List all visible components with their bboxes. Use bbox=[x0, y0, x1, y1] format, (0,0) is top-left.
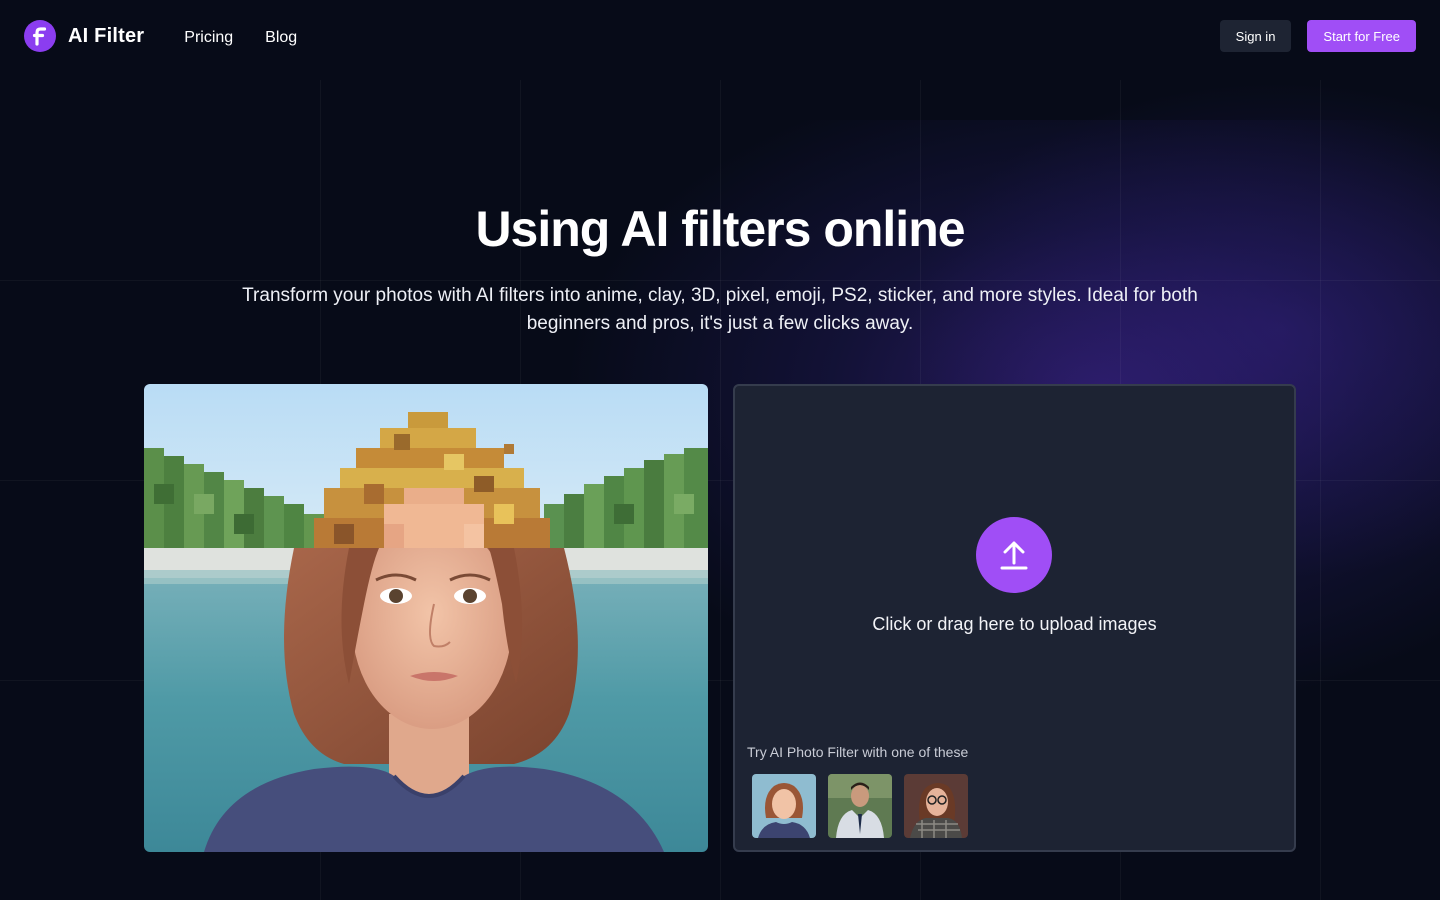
top-navbar: AI Filter Pricing Blog Sign in Start for… bbox=[0, 0, 1440, 72]
nav-blog[interactable]: Blog bbox=[265, 29, 297, 47]
page-title: Using AI filters online bbox=[475, 201, 965, 257]
filter-demo-image bbox=[144, 384, 708, 852]
header-actions: Sign in Start for Free bbox=[1219, 20, 1416, 52]
sign-in-button[interactable]: Sign in bbox=[1219, 20, 1292, 52]
sample-image-woman-glasses[interactable] bbox=[904, 774, 968, 838]
nav-pricing[interactable]: Pricing bbox=[184, 29, 233, 47]
upload-dropzone[interactable]: Click or drag here to upload images Try … bbox=[733, 384, 1296, 852]
upload-prompt: Click or drag here to upload images bbox=[872, 614, 1157, 634]
start-free-button[interactable]: Start for Free bbox=[1307, 20, 1416, 52]
try-samples-label: Try AI Photo Filter with one of these bbox=[747, 744, 969, 760]
sample-image-woman-red-hair[interactable] bbox=[752, 774, 816, 838]
main-nav: Pricing Blog bbox=[184, 29, 297, 47]
logo[interactable]: AI Filter bbox=[24, 20, 144, 52]
page-subtitle: Transform your photos with AI filters in… bbox=[242, 285, 1198, 334]
upload-button[interactable] bbox=[976, 517, 1052, 593]
sample-images bbox=[752, 774, 968, 838]
sample-image-man-suit[interactable] bbox=[828, 774, 892, 838]
logo-icon bbox=[24, 20, 56, 52]
upload-arrow-icon bbox=[1000, 541, 1028, 570]
brand-name: AI Filter bbox=[68, 24, 145, 47]
